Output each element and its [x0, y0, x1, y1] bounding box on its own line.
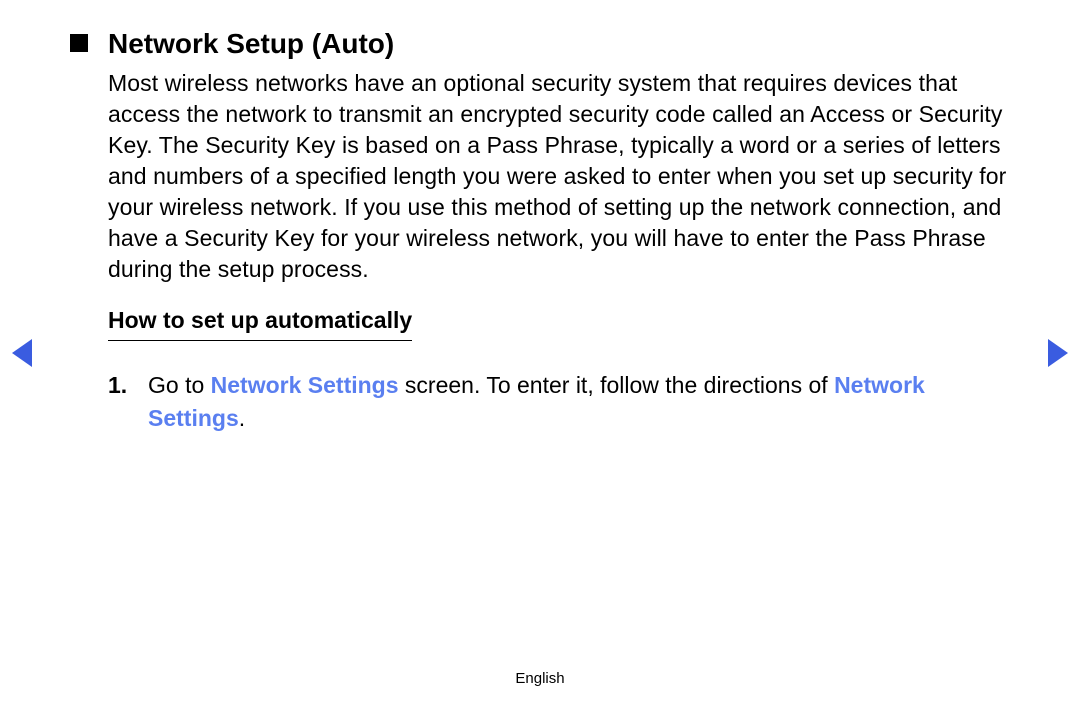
next-page-arrow-icon[interactable] [1048, 339, 1068, 367]
body-paragraph: Most wireless networks have an optional … [108, 68, 1010, 285]
step-prefix: Go to [148, 372, 211, 398]
section-heading: Network Setup (Auto) [108, 28, 394, 60]
footer-language: English [0, 670, 1080, 687]
step-mid: screen. To enter it, follow the directio… [399, 372, 835, 398]
step-suffix: . [239, 405, 245, 431]
network-settings-link-1[interactable]: Network Settings [211, 372, 399, 398]
step-row: 1. Go to Network Settings screen. To ent… [108, 369, 1010, 433]
section-heading-row: Network Setup (Auto) [70, 28, 1010, 60]
previous-page-arrow-icon[interactable] [12, 339, 32, 367]
bullet-square-icon [70, 34, 88, 52]
step-number: 1. [108, 369, 148, 433]
step-text: Go to Network Settings screen. To enter … [148, 369, 1010, 433]
sub-heading: How to set up automatically [108, 307, 412, 341]
